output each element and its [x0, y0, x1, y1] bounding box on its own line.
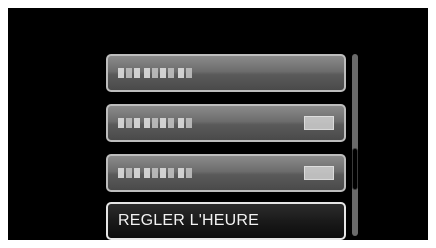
- menu-item-regler-lheure[interactable]: REGLER L'HEURE: [106, 202, 346, 240]
- scrollbar-thumb[interactable]: [352, 148, 358, 190]
- scrollbar-track[interactable]: [352, 54, 358, 236]
- pixelated-label: [118, 118, 250, 128]
- pixelated-value: [304, 166, 334, 180]
- pixelated-value: [304, 116, 334, 130]
- menu-screen: REGLER L'HEURE: [8, 8, 428, 240]
- pixelated-label: [118, 168, 250, 178]
- pixelated-label: [118, 68, 250, 78]
- menu-item-label: REGLER L'HEURE: [118, 212, 260, 229]
- menu-item-2[interactable]: [106, 104, 346, 142]
- menu-item-1[interactable]: [106, 54, 346, 92]
- menu-item-3[interactable]: [106, 154, 346, 192]
